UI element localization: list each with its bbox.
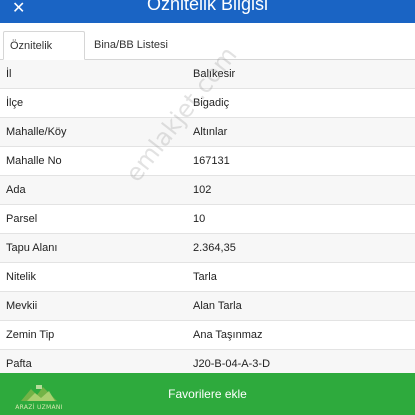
row-key: Pafta — [6, 358, 32, 370]
row-key: Mevkii — [6, 300, 38, 312]
row-key: Nitelik — [6, 271, 36, 283]
row-key: Parsel — [6, 213, 38, 225]
table-row: Parsel 10 — [0, 205, 415, 234]
row-key: Ada — [6, 184, 26, 196]
row-value: 10 — [193, 213, 206, 225]
table-row: Ada 102 — [0, 176, 415, 205]
row-value: Altınlar — [193, 126, 228, 138]
table-row: Mahalle No 167131 — [0, 147, 415, 176]
row-value: Tarla — [193, 271, 217, 283]
table-row: Mahalle/Köy Altınlar — [0, 118, 415, 147]
row-value: 2.364,35 — [193, 242, 236, 254]
header-bar: ✕ Öznitelik Bilgisi — [0, 0, 415, 23]
table-row: İlçe Bigadiç — [0, 89, 415, 118]
tab-building-list[interactable]: Bina/BB Listesi — [88, 31, 174, 60]
row-key: Mahalle/Köy — [6, 126, 67, 138]
tab-bar: Öznitelik Bilgisi Bina/BB Listesi — [0, 23, 415, 81]
logo: ARAZİ UZMANI — [8, 377, 70, 411]
logo-mark-icon — [21, 385, 57, 401]
row-value: Balıkesir — [193, 68, 236, 80]
row-value: Ana Taşınmaz — [193, 329, 263, 341]
table-row: Nitelik Tarla — [0, 263, 415, 292]
table-row: Mevkii Alan Tarla — [0, 292, 415, 321]
row-value: 167131 — [193, 155, 230, 167]
row-key: Tapu Alanı — [6, 242, 58, 254]
close-icon[interactable]: ✕ — [12, 0, 25, 16]
attribute-table: İl Balıkesir İlçe Bigadiç Mahalle/Köy Al… — [0, 60, 415, 379]
tab-attribute-info[interactable]: Öznitelik Bilgisi — [3, 31, 85, 81]
table-row: Zemin Tip Ana Taşınmaz — [0, 321, 415, 350]
table-row: Tapu Alanı 2.364,35 — [0, 234, 415, 263]
row-value: 102 — [193, 184, 212, 196]
page-title: Öznitelik Bilgisi — [146, 0, 269, 14]
row-key: Mahalle No — [6, 155, 62, 167]
row-value: J20-B-04-A-3-D — [193, 358, 271, 370]
row-key: Zemin Tip — [6, 329, 55, 341]
table-row: İl Balıkesir — [0, 60, 415, 89]
row-value: Bigadiç — [193, 97, 230, 109]
logo-text: ARAZİ UZMANI — [15, 404, 63, 411]
row-value: Alan Tarla — [193, 300, 242, 312]
row-key: İlçe — [6, 97, 24, 109]
row-key: İl — [6, 68, 12, 80]
